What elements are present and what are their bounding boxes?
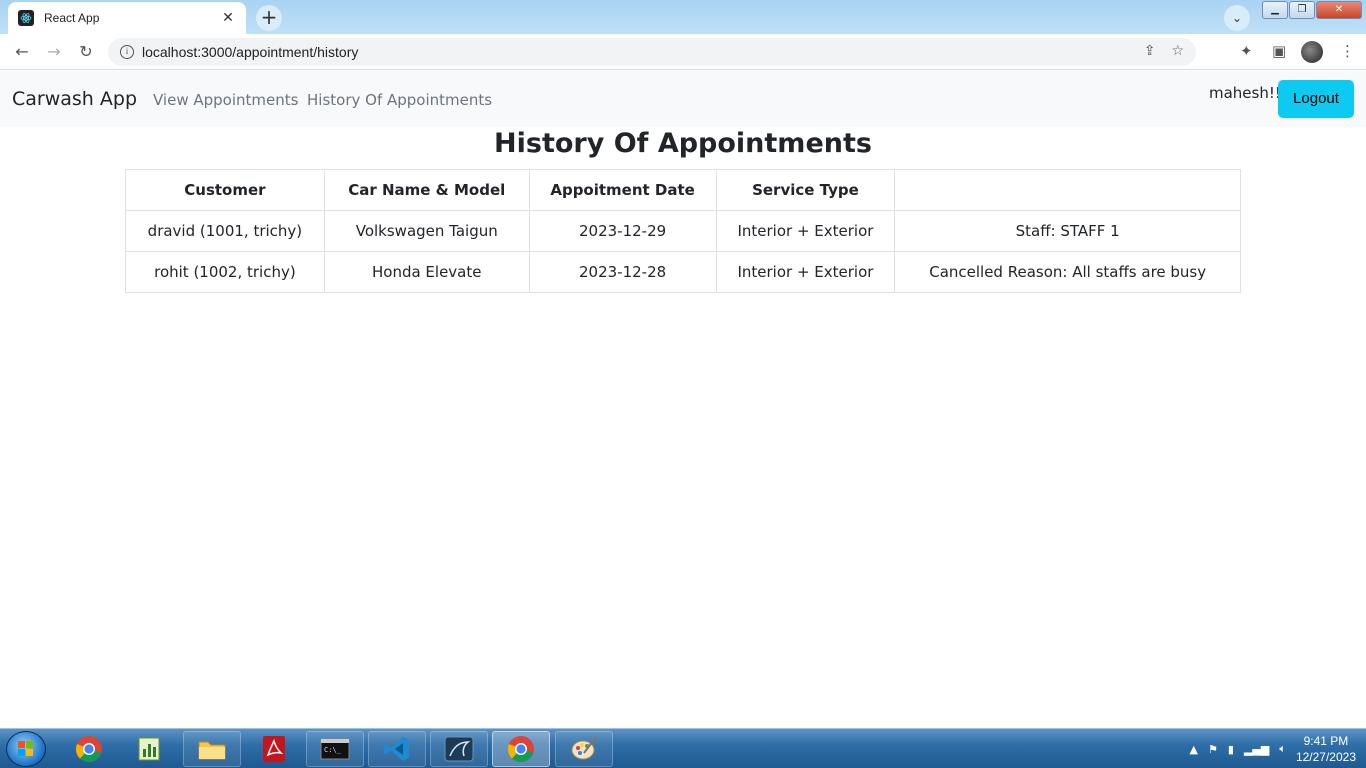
table-row: rohit (1002, trichy) Honda Elevate 2023-… (125, 251, 1241, 293)
page-title: History Of Appointments (494, 128, 872, 159)
appointments-table: Customer Car Name & Model Appoitment Dat… (125, 169, 1241, 293)
cell-car: Honda Elevate (323, 251, 530, 293)
cell-status: Staff: STAFF 1 (894, 210, 1241, 252)
tray-expand-icon[interactable]: ▲ (1190, 743, 1198, 756)
share-icon[interactable]: ⇪ (1144, 43, 1156, 59)
header-customer: Customer (125, 169, 325, 211)
header-status (894, 169, 1241, 211)
tab-title: React App (44, 11, 100, 25)
action-center-flag-icon[interactable]: ⚑ (1208, 743, 1218, 756)
taskbar-vscode-icon[interactable] (368, 731, 426, 767)
address-bar[interactable]: i localhost:3000/appointment/history ⇪ ☆ (108, 38, 1196, 66)
reload-icon[interactable]: ↻ (74, 40, 98, 64)
clock-time: 9:41 PM (1303, 734, 1349, 748)
restore-icon[interactable]: ❐ (1289, 1, 1315, 19)
taskbar-chrome-active-icon[interactable] (492, 731, 550, 767)
cell-date: 2023-12-29 (528, 210, 717, 252)
network-signal-icon[interactable]: ▂▄▆ (1244, 743, 1269, 756)
windows-logo-icon (18, 741, 33, 756)
side-panel-icon[interactable]: ▣ (1272, 42, 1286, 60)
taskbar: C:\_ ▲ ⚑ ▮ ▂▄▆ 🔈︎ 9:41 PM 12/27/2023 (0, 728, 1366, 768)
taskbar-paint-icon[interactable] (555, 731, 613, 767)
header-service-type: Service Type (715, 169, 896, 211)
table-row: dravid (1001, trichy) Volkswagen Taigun … (125, 210, 1241, 252)
taskbar-mysql-icon[interactable] (430, 731, 488, 767)
header-car: Car Name & Model (323, 169, 530, 211)
svg-text:C:\_: C:\_ (324, 746, 342, 754)
site-info-icon[interactable]: i (120, 45, 134, 59)
cell-date: 2023-12-28 (528, 251, 717, 293)
table-header-row: Customer Car Name & Model Appoitment Dat… (125, 169, 1241, 211)
system-tray: ▲ ⚑ ▮ ▂▄▆ 🔈︎ 9:41 PM 12/27/2023 (1190, 729, 1356, 768)
taskbar-chart-icon[interactable] (121, 731, 179, 767)
volume-icon[interactable]: 🔈︎ (1279, 742, 1286, 756)
cell-car: Volkswagen Taigun (323, 210, 530, 252)
cell-service-type: Interior + Exterior (715, 210, 896, 252)
tab-search-icon[interactable]: ⌄ (1224, 5, 1250, 31)
react-icon (18, 10, 34, 26)
browser-tab[interactable]: React App ✕ (8, 2, 246, 34)
cell-customer: rohit (1002, trichy) (125, 251, 325, 293)
extensions-icon[interactable]: ✦ (1240, 42, 1253, 60)
taskbar-terminal-icon[interactable]: C:\_ (306, 731, 364, 767)
logout-button[interactable]: Logout (1278, 80, 1354, 118)
menu-kebab-icon[interactable]: ⋮ (1340, 42, 1355, 60)
bookmark-star-icon[interactable]: ☆ (1171, 43, 1184, 59)
start-button[interactable] (6, 731, 46, 767)
new-tab-button[interactable]: + (256, 5, 282, 31)
forward-icon[interactable]: → (42, 40, 66, 64)
power-icon[interactable]: ▮ (1228, 743, 1234, 756)
taskbar-folder-icon[interactable] (183, 731, 241, 767)
header-date: Appoitment Date (528, 169, 717, 211)
user-greeting: mahesh!!! (1209, 84, 1287, 102)
tab-close-icon[interactable]: ✕ (220, 10, 236, 26)
back-icon[interactable]: ← (10, 40, 34, 64)
app-brand[interactable]: Carwash App (12, 88, 137, 110)
browser-tab-strip: React App ✕ + ⌄ ▁ ❐ ✕ (0, 0, 1366, 34)
taskbar-pdf-icon[interactable] (245, 731, 303, 767)
clock-date: 12/27/2023 (1295, 750, 1356, 764)
taskbar-clock[interactable]: 9:41 PM 12/27/2023 (1296, 733, 1356, 765)
taskbar-chrome-icon[interactable] (60, 731, 118, 767)
address-url[interactable]: localhost:3000/appointment/history (142, 44, 358, 60)
cell-customer: dravid (1001, trichy) (125, 210, 325, 252)
window-close-icon[interactable]: ✕ (1316, 1, 1362, 19)
app-navbar: Carwash App View Appointments History Of… (0, 71, 1366, 127)
nav-view-appointments[interactable]: View Appointments (153, 91, 298, 109)
cell-service-type: Interior + Exterior (715, 251, 896, 293)
minimize-icon[interactable]: ▁ (1262, 1, 1288, 19)
profile-avatar[interactable] (1301, 41, 1323, 63)
cell-status: Cancelled Reason: All staffs are busy (894, 251, 1241, 293)
browser-toolbar: ← → ↻ i localhost:3000/appointment/histo… (0, 34, 1366, 70)
nav-history-appointments[interactable]: History Of Appointments (307, 91, 492, 109)
